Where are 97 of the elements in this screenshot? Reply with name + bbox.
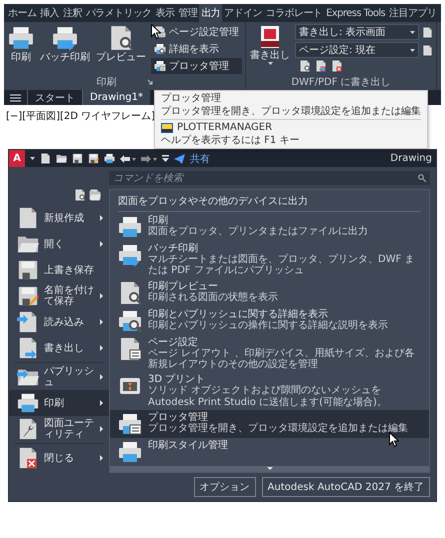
- menu-item[interactable]: ページ設定 ページ レイアウト 、印刷デバイス、用紙サイズ、および各新規レイアウトのその他の設定を管理: [110, 334, 429, 372]
- caret-icon: [268, 62, 272, 65]
- ribbon-tab[interactable]: Express Tools: [324, 6, 388, 20]
- export-button[interactable]: 書き出し: [249, 24, 291, 74]
- folder-icon: [56, 153, 67, 164]
- open-documents-icon: [89, 189, 101, 201]
- page-setup-icon: [422, 26, 433, 38]
- dropdown[interactable]: 書き出し: 表示画面: [295, 24, 419, 40]
- ribbon-tab[interactable]: 注目アプリ: [387, 4, 438, 22]
- document-icon: [17, 207, 39, 229]
- printer-icon: [118, 440, 142, 464]
- menu-item[interactable]: 印刷スタイル管理: [110, 438, 429, 466]
- menu-item[interactable]: 図面ユーティリティ: [9, 416, 109, 442]
- ribbon-tab[interactable]: 出力: [199, 4, 222, 22]
- caret-icon: [410, 30, 415, 34]
- app-menu-button[interactable]: A: [9, 150, 25, 167]
- panel-title: 印刷: [96, 76, 116, 89]
- cursor-icon: [151, 24, 161, 39]
- viewport-label[interactable]: [−][平面図][2D ワイヤフレーム]: [6, 111, 156, 122]
- document-arrow-icon: [315, 60, 327, 72]
- search-input[interactable]: コマンドを検索: [113, 172, 418, 184]
- document-cross-icon: [17, 447, 39, 469]
- document-icon: [40, 153, 51, 164]
- printer-icon: [17, 392, 39, 414]
- printer-list-icon: [118, 412, 142, 436]
- menu-item[interactable]: 名前を付けて保存: [9, 283, 109, 309]
- menu-icon[interactable]: [10, 94, 21, 102]
- ribbon-button[interactable]: バッチ印刷: [39, 24, 91, 74]
- document-magnifier-icon: [118, 280, 142, 305]
- paper-plane-icon: [174, 154, 185, 164]
- menu-button[interactable]: Autodesk AutoCAD 2027 を終了: [262, 476, 430, 497]
- menu-item[interactable]: 印刷とパブリッシュに関する詳細を表示 印刷とパブリッシュの操作に関する詳細な説明を表示: [110, 306, 429, 335]
- menu-item[interactable]: 閉じる: [9, 445, 109, 471]
- document-wrench-icon: [17, 418, 39, 440]
- printer-list-icon: [154, 60, 166, 72]
- tooltip-description: プロッタ管理を開き、プロッタ環境設定を追加または編集: [161, 106, 421, 117]
- ribbon-tab[interactable]: アドイン: [222, 4, 264, 22]
- document-arrow-icon: [17, 337, 39, 359]
- redo-icon[interactable]: [141, 154, 157, 162]
- ribbon-tab[interactable]: 管理: [176, 4, 200, 22]
- menu-item[interactable]: 上書き保存: [9, 257, 109, 283]
- ribbon-tab[interactable]: 注釈: [61, 4, 84, 22]
- caret-icon: [410, 48, 415, 52]
- menu-item[interactable]: 印刷プレビュー 印刷される図面の状態を表示: [110, 278, 429, 307]
- search-icon: [418, 174, 426, 182]
- ribbon-button[interactable]: プレビュー: [95, 24, 147, 74]
- menu-item[interactable]: 読み込み: [9, 309, 109, 335]
- ribbon-tab[interactable]: ホーム: [6, 4, 38, 22]
- menu-item[interactable]: 印刷 図面をプロッタ、プリンタまたはファイルに出力: [110, 213, 429, 241]
- ribbon-tab[interactable]: パラメトリック: [84, 4, 154, 22]
- ribbon-tab[interactable]: 挿入: [38, 4, 62, 22]
- menu-item[interactable]: 印刷: [9, 390, 109, 416]
- menu-item[interactable]: パブリッシュ: [9, 364, 109, 390]
- command-name: PLOTTERMANAGER: [177, 122, 272, 134]
- window-title: Drawing: [390, 153, 432, 164]
- share-button[interactable]: 共有: [190, 152, 210, 166]
- menu-item[interactable]: 書き出し: [9, 335, 109, 361]
- floppy-pencil-icon: [88, 153, 99, 164]
- file-tab[interactable]: Drawing1*: [82, 90, 150, 105]
- printer-arrow-icon: [52, 25, 78, 51]
- caret-icon: [266, 467, 272, 470]
- dropdown[interactable]: ページ設定: 現在: [295, 42, 419, 58]
- cursor-icon: [389, 432, 399, 447]
- printer-icon: [104, 153, 115, 164]
- menu-item[interactable]: 開く: [9, 231, 109, 257]
- ribbon-button[interactable]: 印刷: [7, 24, 35, 74]
- undo-icon[interactable]: [120, 154, 136, 162]
- printer-magnifier-icon: [118, 308, 142, 333]
- menu-button[interactable]: オプション: [194, 476, 256, 497]
- copy-icon: [422, 44, 433, 56]
- help-hint: ヘルプを表示するには F1 キー: [161, 134, 300, 146]
- ribbon-button[interactable]: 詳細を表示: [151, 41, 242, 57]
- menu-item[interactable]: バッチ印刷 マルチシートまたは図面を、プロッタ、プリンタ、DWF または PDF ファイルにパブリッシュ: [110, 241, 429, 279]
- ribbon-tab[interactable]: コラボレート: [264, 4, 324, 22]
- printer-icon: [8, 25, 34, 51]
- dialog-launcher-icon[interactable]: [146, 79, 152, 85]
- panel-heading: 図面をプロッタやその他のデバイスに出力: [117, 194, 309, 209]
- search-field[interactable]: コマンドを検索: [109, 171, 430, 185]
- pdf-file-icon: [259, 25, 281, 49]
- page-list-icon: [118, 336, 142, 361]
- printer-magnifier-icon: [154, 43, 166, 55]
- customize-icon[interactable]: [162, 155, 169, 162]
- ribbon-tab[interactable]: 表示: [154, 4, 176, 22]
- printer-arrow-icon: [118, 243, 142, 267]
- printer-icon: [118, 215, 142, 239]
- tooltip-title: プロッタ管理: [161, 93, 222, 104]
- menu-item[interactable]: 新規作成: [9, 205, 109, 231]
- document-arrow-icon: [17, 311, 39, 333]
- document-magnifier-icon: [299, 60, 311, 72]
- window-icon: [161, 122, 173, 133]
- ribbon-button[interactable]: プロッタ管理: [151, 58, 242, 74]
- panel-title: DWF/PDF に書き出し: [291, 76, 391, 89]
- document-cross-icon: [331, 60, 343, 72]
- floppy-pencil-icon: [17, 285, 39, 307]
- caret-icon[interactable]: [30, 157, 35, 160]
- recent-documents-icon: [74, 189, 86, 201]
- menu-item[interactable]: 3D プリント ソリッド オブジェクトおよび隙間のないメッシュを Autodesk Print Studio に送信します(可能な場合)。: [110, 372, 429, 410]
